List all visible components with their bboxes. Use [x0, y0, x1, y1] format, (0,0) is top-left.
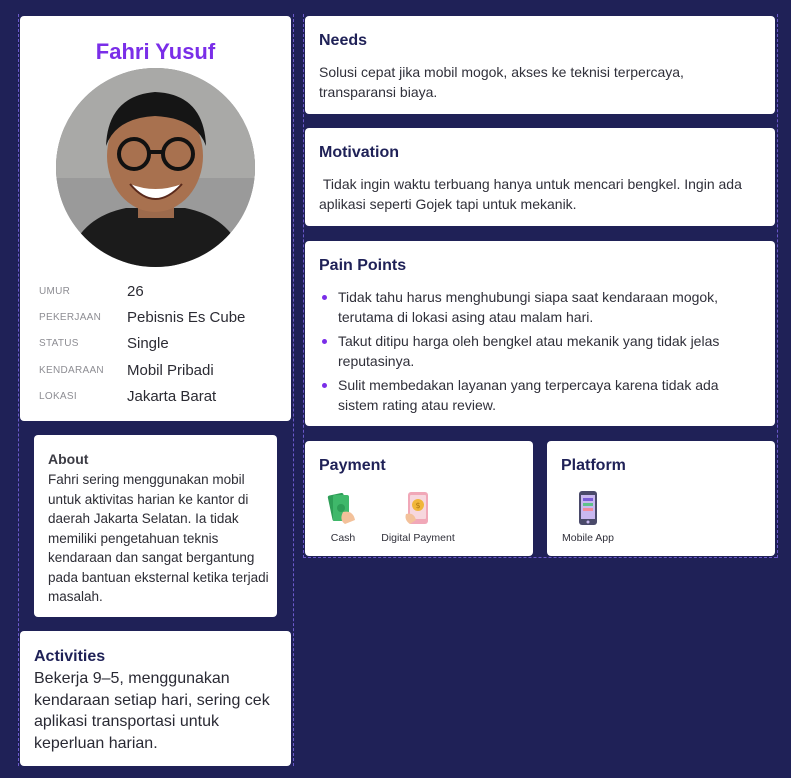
payment-option-label: Cash: [330, 532, 356, 544]
about-card: About Fahri sering menggunakan mobil unt…: [34, 435, 277, 617]
info-label: KENDARAAN: [39, 364, 104, 376]
pain-points-list: Tidak tahu harus menghubungi siapa saat …: [322, 288, 762, 420]
pain-points-title: Pain Points: [319, 257, 407, 274]
needs-title: Needs: [319, 32, 368, 49]
platform-title: Platform: [561, 457, 626, 474]
payment-card: Payment Cash $ Digital Payment: [305, 441, 533, 556]
persona-avatar: [56, 68, 255, 267]
platform-card: Platform Mobile App: [547, 441, 775, 556]
bullet-icon: [322, 295, 327, 300]
frame-guide-right: [777, 14, 778, 558]
activities-title: Activities: [34, 648, 106, 665]
pain-point-item: Takut ditipu harga oleh bengkel atau mek…: [322, 332, 762, 371]
info-value: Pebisnis Es Cube: [127, 308, 246, 326]
cash-icon: [327, 492, 355, 524]
svg-text:$: $: [415, 501, 420, 510]
info-value: 26: [127, 282, 144, 300]
pain-points-card: Pain Points Tidak tahu harus menghubungi…: [305, 241, 775, 426]
persona-info: UMUR 26 PEKERJAAN Pebisnis Es Cube STATU…: [39, 278, 245, 409]
info-label: UMUR: [39, 285, 71, 297]
about-title: About: [48, 451, 89, 467]
info-value: Mobil Pribadi: [127, 361, 214, 379]
pain-point-text: Tidak tahu harus menghubungi siapa saat …: [338, 289, 719, 325]
needs-card: Needs Solusi cepat jika mobil mogok, aks…: [305, 16, 775, 114]
bullet-icon: [322, 339, 327, 344]
info-row-lokasi: LOKASI Jakarta Barat: [39, 383, 245, 409]
persona-name: Fahri Yusuf: [95, 39, 216, 64]
bullet-icon: [322, 383, 327, 388]
needs-text: Solusi cepat jika mobil mogok, akses ke …: [319, 64, 684, 100]
activities-card: Activities Bekerja 9–5, menggunakan kend…: [20, 631, 291, 766]
about-text: Fahri sering menggunakan mobil untuk akt…: [48, 472, 269, 604]
frame-guide-left: [18, 14, 19, 766]
info-label: STATUS: [39, 338, 79, 350]
pain-point-text: Sulit membedakan layanan yang terpercaya…: [338, 377, 719, 413]
info-row-kendaraan: KENDARAAN Mobil Pribadi: [39, 357, 245, 383]
info-row-umur: UMUR 26: [39, 278, 245, 304]
info-row-status: STATUS Single: [39, 331, 245, 357]
mobile-phone-icon: [579, 491, 597, 525]
frame-guide-bottom: [303, 557, 777, 558]
motivation-text: Tidak ingin waktu terbuang hanya untuk m…: [319, 176, 746, 212]
payment-title: Payment: [319, 457, 386, 474]
payment-option-label: Digital Payment: [381, 532, 455, 544]
digital-payment-icon: $: [405, 492, 428, 524]
info-row-pekerjaan: PEKERJAAN Pebisnis Es Cube: [39, 304, 245, 330]
pain-point-text: Takut ditipu harga oleh bengkel atau mek…: [338, 333, 720, 369]
info-value: Single: [127, 335, 169, 353]
platform-option-label: Mobile App: [562, 532, 614, 544]
payment-option-cash: Cash: [319, 490, 367, 544]
pain-point-item: Tidak tahu harus menghubungi siapa saat …: [322, 288, 762, 327]
platform-option-mobile: Mobile App: [559, 490, 617, 544]
motivation-title: Motivation: [319, 144, 399, 161]
profile-card: Fahri Yusuf UMUR 26 PEKERJAAN Pebisnis E…: [20, 16, 291, 421]
info-label: LOKASI: [39, 390, 77, 402]
motivation-card: Motivation Tidak ingin waktu terbuang ha…: [305, 128, 775, 226]
frame-guide-right-left: [303, 14, 304, 558]
pain-point-item: Sulit membedakan layanan yang terpercaya…: [322, 376, 762, 415]
payment-option-digital: $ Digital Payment: [375, 490, 461, 544]
activities-text: Bekerja 9–5, menggunakan kendaraan setia…: [34, 670, 270, 752]
info-label: PEKERJAAN: [39, 311, 102, 323]
info-value: Jakarta Barat: [127, 387, 217, 405]
frame-guide-middle: [293, 14, 294, 766]
